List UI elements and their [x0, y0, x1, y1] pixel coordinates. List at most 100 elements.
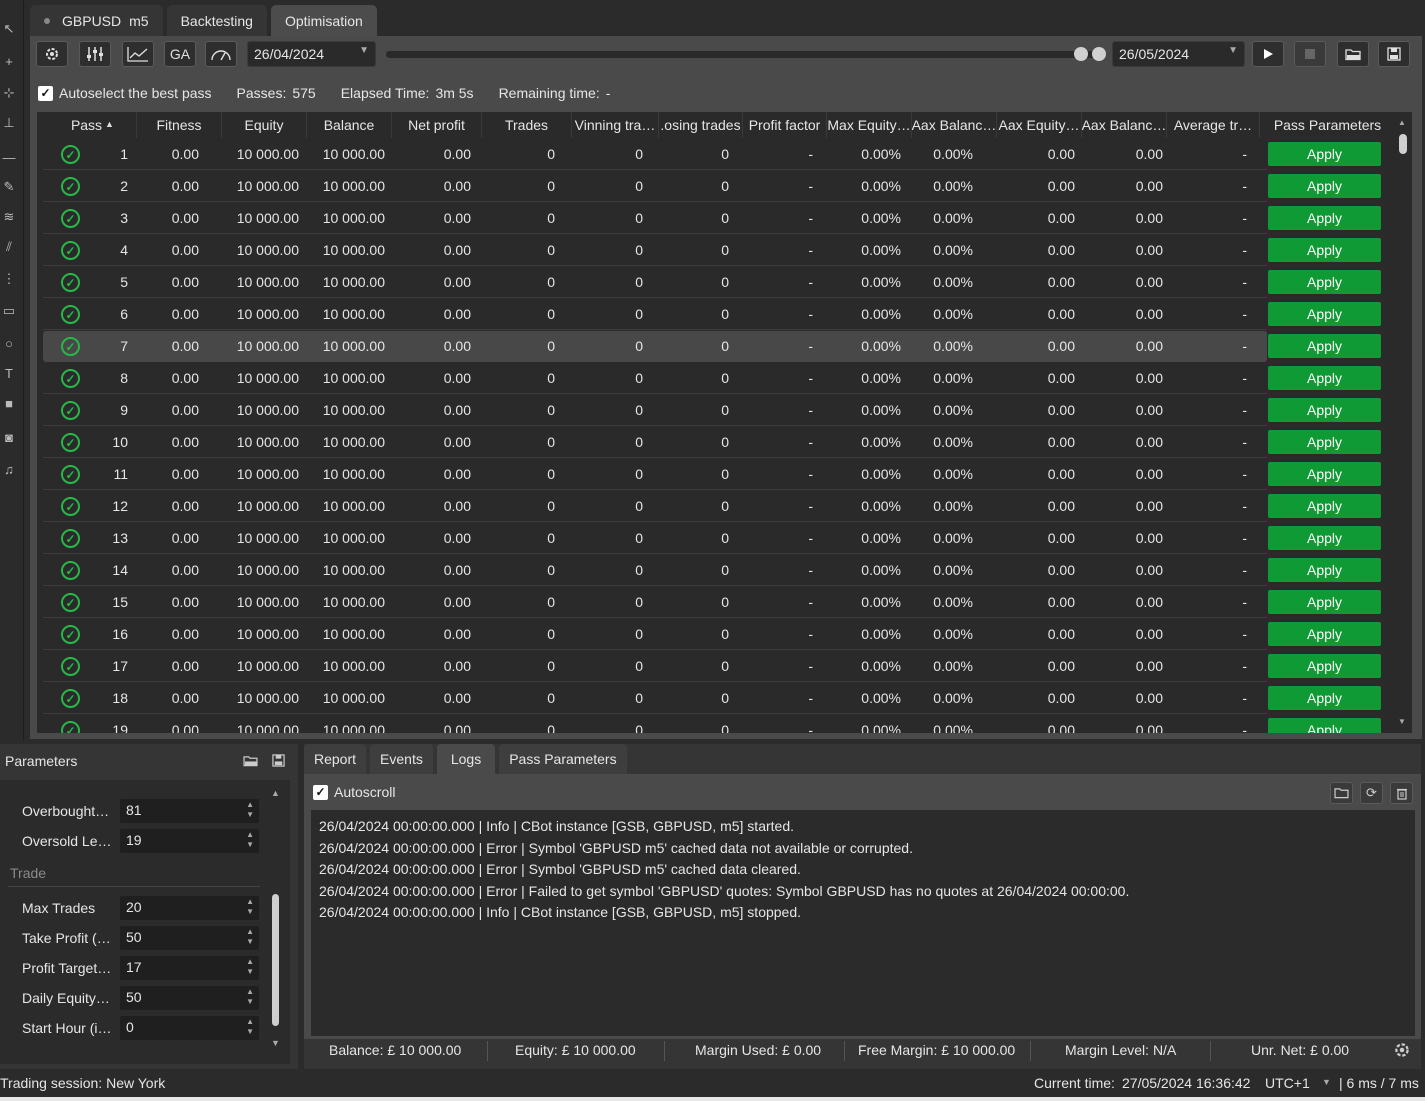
column-header[interactable]: .osing trades [659, 112, 743, 138]
column-header[interactable]: Fitness [137, 112, 222, 138]
column-header[interactable]: Pass [37, 112, 137, 138]
column-header[interactable]: Aax Balanc… [1082, 112, 1167, 138]
stepper-icon[interactable]: ▲ ▼ [246, 987, 254, 1007]
column-header[interactable]: Pass Parameters [1260, 112, 1395, 138]
table-row[interactable]: ✓ 5 0.00 10 000.00 10 000.00 0.00 0 0 0 - 0.00% 0.0… [43, 267, 1267, 298]
save-icon[interactable] [272, 754, 285, 770]
tab-symbol[interactable]: GBPUSD m5 [30, 5, 163, 36]
column-header[interactable]: Net profit [392, 112, 482, 138]
table-row[interactable]: ✓ 17 0.00 10 000.00 10 000.00 0.00 0 0 0 - 0.00% 0.… [43, 651, 1267, 682]
chart-button[interactable] [122, 41, 154, 67]
apply-button[interactable]: Apply [1268, 270, 1381, 294]
channel-icon[interactable]: ⫽ [0, 238, 18, 256]
ellipse-icon[interactable]: ○ [0, 334, 18, 352]
apply-button[interactable]: Apply [1268, 654, 1381, 678]
column-header[interactable]: Equity [222, 112, 307, 138]
apply-button[interactable]: Apply [1268, 206, 1381, 230]
camera-icon[interactable]: ◙ [0, 428, 18, 446]
table-row[interactable]: ✓ 3 0.00 10 000.00 10 000.00 0.00 0 0 0 - 0.00% 0.0… [43, 203, 1267, 234]
slider-end-handle[interactable] [1092, 47, 1106, 61]
column-header[interactable]: Aax Balanc… [912, 112, 997, 138]
apply-button[interactable]: Apply [1268, 558, 1381, 582]
table-row[interactable]: ✓ 9 0.00 10 000.00 10 000.00 0.00 0 0 0 - 0.00% 0.0… [43, 395, 1267, 426]
tab-backtesting[interactable]: Backtesting [166, 5, 267, 36]
scroll-thumb[interactable] [272, 894, 279, 1026]
column-header[interactable]: Balance [307, 112, 392, 138]
folder-icon[interactable] [1330, 782, 1353, 804]
tab-optimisation[interactable]: Optimisation [270, 5, 377, 36]
settings-button[interactable] [36, 41, 68, 67]
vertical-line-icon[interactable]: ⊹ [0, 84, 18, 102]
table-row[interactable]: ✓ 8 0.00 10 000.00 10 000.00 0.00 0 0 0 - 0.00% 0.0… [43, 363, 1267, 394]
apply-button[interactable]: Apply [1268, 366, 1381, 390]
column-header[interactable]: Trades [482, 112, 572, 138]
apply-button[interactable]: Apply [1268, 334, 1381, 358]
horizontal-line-icon[interactable]: ⊥ [0, 114, 18, 132]
apply-button[interactable]: Apply [1268, 462, 1381, 486]
table-row[interactable]: ✓ 2 0.00 10 000.00 10 000.00 0.00 0 0 0 - 0.00% 0.0… [43, 171, 1267, 202]
rectangle-icon[interactable]: ▭ [0, 302, 18, 320]
column-header[interactable]: Profit factor [743, 112, 827, 138]
parameters-button[interactable] [79, 41, 111, 67]
tab-logs[interactable]: Logs [436, 744, 496, 774]
apply-button[interactable]: Apply [1268, 238, 1381, 262]
play-button[interactable] [1252, 41, 1284, 67]
cursor-icon[interactable]: ↖ [0, 20, 18, 38]
param-input[interactable]: 50 ▲ ▼ [120, 986, 259, 1010]
stepper-icon[interactable]: ▲ ▼ [246, 927, 254, 947]
scroll-down-icon[interactable]: ▼ [1398, 717, 1406, 726]
table-row[interactable]: ✓ 12 0.00 10 000.00 10 000.00 0.00 0 0 0 - 0.00% 0.… [43, 491, 1267, 522]
tab-events[interactable]: Events [370, 744, 433, 774]
date-range-slider[interactable] [386, 47, 1106, 61]
crosshair-icon[interactable]: + [0, 52, 18, 70]
param-input[interactable]: 50 ▲ ▼ [120, 926, 259, 950]
scroll-thumb[interactable] [1399, 134, 1407, 154]
table-row[interactable]: ✓ 6 0.00 10 000.00 10 000.00 0.00 0 0 0 - 0.00% 0.0… [43, 299, 1267, 330]
apply-button[interactable]: Apply [1268, 590, 1381, 614]
param-input[interactable]: 17 ▲ ▼ [120, 956, 259, 980]
param-input[interactable]: 0 ▲ ▼ [120, 1016, 259, 1040]
table-row[interactable]: ✓ 15 0.00 10 000.00 10 000.00 0.00 0 0 0 - 0.00% 0.… [43, 587, 1267, 618]
apply-button[interactable]: Apply [1268, 622, 1381, 646]
ray-icon[interactable]: — [0, 148, 18, 166]
bell-icon[interactable]: ♫ [0, 460, 18, 478]
apply-button[interactable]: Apply [1268, 142, 1381, 166]
apply-button[interactable]: Apply [1268, 718, 1381, 733]
speed-button[interactable] [205, 41, 237, 67]
table-row[interactable]: ✓ 1 0.00 10 000.00 10 000.00 0.00 0 0 0 - 0.00% 0.0… [43, 139, 1267, 170]
tab-pass-parameters[interactable]: Pass Parameters [499, 744, 627, 774]
timezone-select[interactable]: UTC+1 [1265, 1075, 1310, 1091]
apply-button[interactable]: Apply [1268, 686, 1381, 710]
column-header[interactable]: Max Equity… [827, 112, 912, 138]
autoselect-checkbox[interactable]: ✓ [38, 85, 53, 101]
open-button[interactable] [1337, 41, 1369, 67]
scroll-up-icon[interactable]: ▲ [271, 788, 280, 798]
chevron-down-icon[interactable]: ▼ [1322, 1077, 1331, 1087]
apply-button[interactable]: Apply [1268, 494, 1381, 518]
tab-report[interactable]: Report [304, 744, 367, 774]
save-button[interactable] [1378, 41, 1410, 67]
stepper-icon[interactable]: ▲ ▼ [246, 800, 254, 820]
stepper-icon[interactable]: ▲ ▼ [246, 1017, 254, 1037]
table-scrollbar[interactable]: ▲ ▼ [1398, 118, 1408, 726]
column-header[interactable]: Average tr… [1167, 112, 1260, 138]
table-row[interactable]: ✓ 16 0.00 10 000.00 10 000.00 0.00 0 0 0 - 0.00% 0.… [43, 619, 1267, 650]
table-row[interactable]: ✓ 11 0.00 10 000.00 10 000.00 0.00 0 0 0 - 0.00% 0.… [43, 459, 1267, 490]
param-input[interactable]: 20 ▲ ▼ [120, 896, 259, 920]
table-row[interactable]: ✓ 10 0.00 10 000.00 10 000.00 0.00 0 0 0 - 0.00% 0.… [43, 427, 1267, 458]
account-settings-button[interactable] [1393, 1041, 1411, 1062]
autoscroll-checkbox[interactable]: ✓ [313, 784, 328, 800]
ga-button[interactable]: GA [164, 41, 196, 67]
fill-icon[interactable]: ■ [0, 394, 18, 412]
scroll-up-icon[interactable]: ▲ [1398, 118, 1406, 127]
end-date-select[interactable]: 26/05/2024 ▼ [1112, 41, 1245, 67]
stepper-icon[interactable]: ▲ ▼ [246, 830, 254, 850]
text-icon[interactable]: T [0, 364, 18, 382]
pen-icon[interactable]: ✎ [0, 178, 18, 196]
column-header[interactable]: Aax Equity… [997, 112, 1082, 138]
slider-start-handle[interactable] [1074, 47, 1088, 61]
table-row[interactable]: ✓ 14 0.00 10 000.00 10 000.00 0.00 0 0 0 - 0.00% 0.… [43, 555, 1267, 586]
param-input[interactable]: 81 ▲ ▼ [120, 799, 259, 823]
table-row[interactable]: ✓ 4 0.00 10 000.00 10 000.00 0.00 0 0 0 - 0.00% 0.0… [43, 235, 1267, 266]
stepper-icon[interactable]: ▲ ▼ [246, 957, 254, 977]
